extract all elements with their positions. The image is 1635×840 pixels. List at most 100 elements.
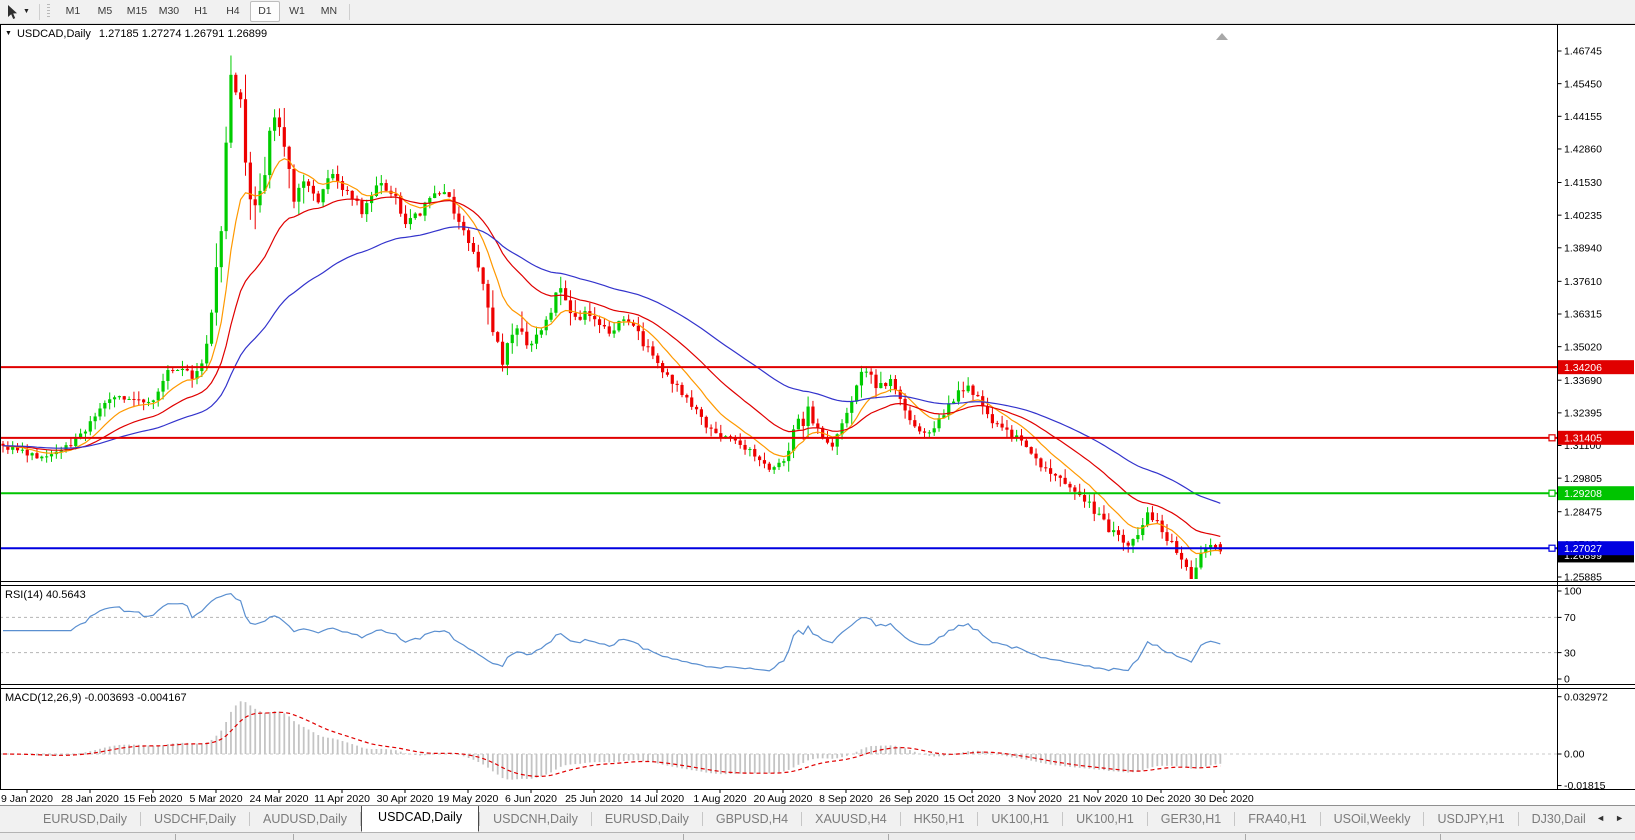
svg-text:1.46745: 1.46745	[1564, 46, 1602, 58]
macd-histogram	[6, 701, 1222, 780]
svg-text:1.41530: 1.41530	[1564, 177, 1602, 189]
chart-tab-usdcad-daily[interactable]: USDCAD,Daily	[361, 806, 480, 832]
svg-text:70: 70	[1564, 612, 1576, 624]
moving-average-10	[2, 158, 1221, 555]
tab-scroll-left-icon[interactable]: ◄	[1591, 813, 1610, 823]
status-strip-divider	[293, 834, 294, 840]
svg-text:100: 100	[1564, 586, 1582, 598]
chart-tab-eurusd-daily[interactable]: EURUSD,Daily	[30, 807, 140, 832]
tab-scroll-right-icon[interactable]: ►	[1610, 813, 1629, 823]
chart-tab-xauusd-h4[interactable]: XAUUSD,H4	[802, 807, 900, 832]
chart-tab-audusd-daily[interactable]: AUDUSD,Daily	[250, 807, 360, 832]
svg-text:14 Jul 2020: 14 Jul 2020	[630, 793, 684, 805]
svg-text:1.29208: 1.29208	[1564, 488, 1602, 500]
price-axis: 1.46745 1.45450 1.44155 1.42860 1.41530 1.402…	[1557, 46, 1602, 584]
candles-layer[interactable]	[1, 55, 1222, 580]
timeframe-button-m30[interactable]: M30	[154, 1, 184, 22]
cursor-arrow-icon	[8, 4, 17, 19]
svg-text:1.25885: 1.25885	[1564, 572, 1602, 584]
tab-scroll-buttons: ◄ ►	[1585, 806, 1635, 830]
svg-text:30 Dec 2020: 30 Dec 2020	[1194, 793, 1254, 805]
title-marker-icon[interactable]: ▼	[5, 30, 12, 37]
timeframe-buttons: M1 M5 M15 M30 H1 H4 D1 W1 MN	[57, 1, 345, 22]
chart-tab-hk50-h1[interactable]: HK50,H1	[901, 807, 978, 832]
status-strip-divider	[1440, 834, 1441, 840]
rsi-gridlines	[0, 616, 1557, 654]
toolbar-grip-handle[interactable]	[46, 4, 50, 19]
svg-text:1.35020: 1.35020	[1564, 341, 1602, 353]
svg-text:30 Apr 2020: 30 Apr 2020	[377, 793, 434, 805]
timeframe-button-m5[interactable]: M5	[90, 1, 120, 22]
dropdown-caret-icon[interactable]: ▼	[23, 1, 30, 22]
timeframe-button-h4[interactable]: H4	[218, 1, 248, 22]
timeframe-button-m15[interactable]: M15	[122, 1, 152, 22]
svg-text:20 Aug 2020: 20 Aug 2020	[754, 793, 813, 805]
svg-text:6 Jun 2020: 6 Jun 2020	[505, 793, 557, 805]
macd-indicator-label: MACD(12,26,9) -0.003693 -0.004167	[5, 692, 187, 704]
top-toolbar: ▼ M1 M5 M15 M30 H1 H4 D1 W1 MN	[0, 0, 1635, 24]
chart-tab-usdcnh-daily[interactable]: USDCNH,Daily	[480, 807, 591, 832]
level-price-label-1.29208: 1.29208	[1558, 486, 1634, 501]
chart-title: ▼ USDCAD,Daily 1.27185 1.27274 1.26791 1.2…	[5, 28, 267, 40]
moving-average-55	[2, 226, 1221, 504]
level-line-1.27027[interactable]	[0, 544, 1557, 552]
svg-text:30: 30	[1564, 647, 1576, 659]
chart-tab-eurusd-daily[interactable]: EURUSD,Daily	[592, 807, 702, 832]
svg-text:-0.01815: -0.01815	[1564, 780, 1606, 792]
timeframe-button-w1[interactable]: W1	[282, 1, 312, 22]
svg-text:21 Nov 2020: 21 Nov 2020	[1068, 793, 1128, 805]
svg-text:1.44155: 1.44155	[1564, 111, 1602, 123]
status-strip-divider	[683, 834, 684, 840]
chart-tab-gbpusd-h4[interactable]: GBPUSD,H4	[703, 807, 801, 832]
svg-text:1.37610: 1.37610	[1564, 276, 1602, 288]
rsi-axis: 100 70 30 0	[1557, 586, 1582, 686]
chart-tab-uk100-h1[interactable]: UK100,H1	[978, 807, 1062, 832]
svg-text:3 Nov 2020: 3 Nov 2020	[1008, 793, 1062, 805]
svg-text:1.45450: 1.45450	[1564, 78, 1602, 90]
svg-text:15 Feb 2020: 15 Feb 2020	[124, 793, 183, 805]
chart-tab-uk100-h1[interactable]: UK100,H1	[1063, 807, 1147, 832]
timeframe-button-h1[interactable]: H1	[186, 1, 216, 22]
status-strip-divider	[888, 834, 889, 840]
svg-text:1.40235: 1.40235	[1564, 210, 1602, 222]
chart-tab-fra40-h1[interactable]: FRA40,H1	[1235, 807, 1319, 832]
timeframe-button-d1[interactable]: D1	[249, 1, 280, 22]
status-strip-divider	[175, 834, 176, 840]
chart-tab-usoil-weekly[interactable]: USOil,Weekly	[1321, 807, 1424, 832]
level-price-label-1.27027: 1.27027	[1558, 541, 1634, 556]
svg-text:1.34206: 1.34206	[1564, 362, 1602, 374]
svg-text:11 Apr 2020: 11 Apr 2020	[314, 793, 370, 805]
toolbar-separator	[38, 3, 40, 20]
svg-text:5 Mar 2020: 5 Mar 2020	[189, 793, 242, 805]
svg-text:10 Dec 2020: 10 Dec 2020	[1131, 793, 1191, 805]
svg-text:1.42860: 1.42860	[1564, 144, 1602, 156]
rsi-indicator-label: RSI(14) 40.5643	[5, 589, 86, 601]
level-line-1.29208[interactable]	[0, 489, 1557, 497]
svg-text:0.00: 0.00	[1564, 749, 1585, 761]
svg-text:1.28475: 1.28475	[1564, 506, 1602, 518]
date-axis: 9 Jan 2020 28 Jan 2020 15 Feb 2020 5 Mar 20…	[1, 789, 1254, 805]
timeframe-button-m1[interactable]: M1	[58, 1, 88, 22]
toolbar-separator-end	[348, 3, 350, 20]
svg-text:28 Jan 2020: 28 Jan 2020	[61, 793, 119, 805]
timeframe-button-mn[interactable]: MN	[314, 1, 344, 22]
status-strip-divider	[1245, 834, 1246, 840]
chart-tab-ger30-h1[interactable]: GER30,H1	[1148, 807, 1234, 832]
svg-text:1.33690: 1.33690	[1564, 375, 1602, 387]
svg-text:1 Aug 2020: 1 Aug 2020	[693, 793, 746, 805]
svg-text:1.27027: 1.27027	[1564, 543, 1602, 555]
chart-tab-usdjpy-h1[interactable]: USDJPY,H1	[1424, 807, 1517, 832]
svg-text:1.31405: 1.31405	[1564, 433, 1602, 445]
chart-canvas[interactable]: 1.46745 1.45450 1.44155 1.42860 1.41530 1.402…	[0, 0, 1635, 805]
svg-text:9 Jan 2020: 9 Jan 2020	[1, 793, 53, 805]
svg-text:1.32395: 1.32395	[1564, 408, 1602, 420]
chart-shift-marker-icon[interactable]	[1216, 33, 1228, 40]
svg-text:1.36315: 1.36315	[1564, 309, 1602, 321]
svg-text:26 Sep 2020: 26 Sep 2020	[879, 793, 939, 805]
level-line-1.31405[interactable]	[0, 434, 1557, 442]
chart-tab-usdchf-daily[interactable]: USDCHF,Daily	[141, 807, 249, 832]
cursor-tool-button[interactable]: ▼	[0, 1, 35, 22]
svg-text:25 Jun 2020: 25 Jun 2020	[565, 793, 623, 805]
chart-tab-bar: EURUSD,Daily USDCHF,Daily AUDUSD,Daily USDC…	[0, 805, 1635, 832]
macd-axis: 0.032972 0.00 -0.01815	[1557, 691, 1608, 792]
